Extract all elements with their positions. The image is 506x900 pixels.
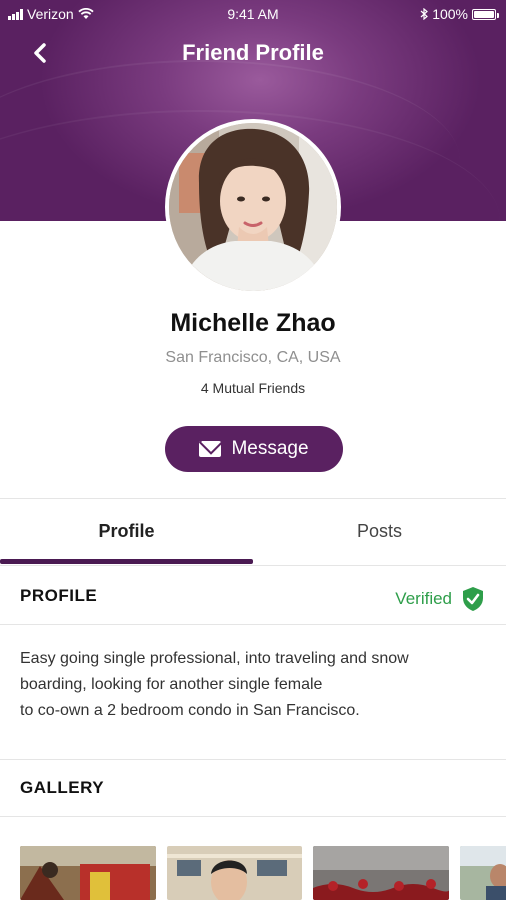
gallery-strip xyxy=(20,846,506,900)
gallery-photo-3-image xyxy=(313,846,449,900)
profile-location: San Francisco, CA, USA xyxy=(165,349,341,366)
shield-check-icon xyxy=(463,587,483,611)
profile-name: Michelle Zhao xyxy=(170,309,336,337)
tab-posts-label: Posts xyxy=(356,520,403,541)
profile-photo xyxy=(169,123,337,291)
gallery-photo-3[interactable] xyxy=(313,846,449,900)
about-line: boarding, looking for another single fem… xyxy=(20,676,323,693)
avatar xyxy=(165,119,341,295)
gallery-section-title: GALLERY xyxy=(20,778,105,797)
profile-section-header: PROFILE Verified xyxy=(0,565,506,625)
gallery-section-header: GALLERY xyxy=(0,759,506,817)
tab-profile[interactable]: Profile xyxy=(0,499,253,563)
verified-badge: Verified xyxy=(395,586,484,612)
profile-section-title: PROFILE xyxy=(20,586,98,605)
tab-posts[interactable]: Posts xyxy=(253,499,506,563)
verified-label: Verified xyxy=(395,589,452,608)
about-line: Easy going single professional, into tra… xyxy=(20,650,409,667)
about-line: to co-own a 2 bedroom condo in San Franc… xyxy=(20,702,360,719)
gallery-photo-1-image xyxy=(20,846,156,900)
gallery-photo-2-image xyxy=(167,846,302,900)
gallery-photo-4[interactable] xyxy=(460,846,506,900)
bluetooth-icon xyxy=(420,8,429,20)
gallery-photo-2[interactable] xyxy=(167,846,302,900)
mutual-friends[interactable]: 4 Mutual Friends xyxy=(0,380,506,396)
gallery-photo-1[interactable] xyxy=(20,846,156,900)
status-bar: Verizon 9:41 AM 100% xyxy=(0,0,506,28)
message-button[interactable]: Message xyxy=(165,426,343,472)
page-title: Friend Profile xyxy=(182,40,324,65)
envelope-icon xyxy=(199,441,222,457)
battery-label: 100% xyxy=(432,6,468,22)
active-tab-indicator xyxy=(0,559,253,564)
battery-icon xyxy=(472,8,499,20)
profile-tabs: Profile Posts xyxy=(0,498,506,565)
tab-profile-label: Profile xyxy=(98,520,155,541)
message-button-label: Message xyxy=(231,438,309,459)
profile-about-text: Easy going single professional, into tra… xyxy=(20,646,490,724)
gallery-photo-4-image xyxy=(460,846,506,900)
